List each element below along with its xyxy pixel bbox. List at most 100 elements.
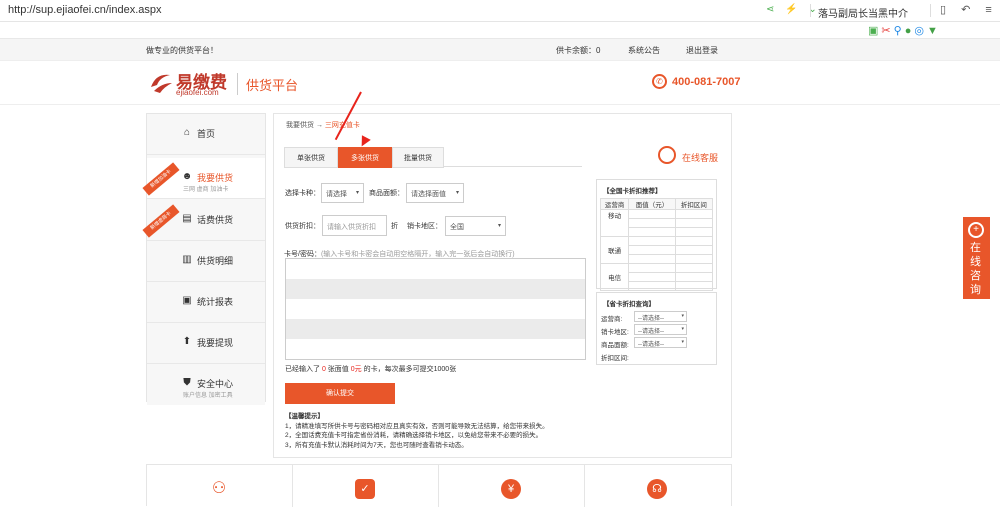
news-ticker[interactable]: 落马副局长当黑中介 — [818, 5, 908, 20]
sidebar-item-sub: 三网 虚商 加油卡 — [183, 187, 229, 193]
balance-link[interactable]: 供卡余额：0 — [556, 45, 600, 56]
withdraw-icon: ⬆ — [182, 336, 192, 347]
rate-row-label: 移动 — [599, 209, 630, 237]
logo-icon — [151, 74, 172, 93]
rate-header: 折扣区间 — [674, 198, 714, 210]
region-select[interactable]: 全国 ▾ — [445, 216, 506, 236]
share-icon[interactable]: ⋖ ⚡ ⌄ — [766, 4, 821, 15]
query-region-select[interactable]: --请选择-- ▾ — [634, 324, 687, 335]
breadcrumb-root[interactable]: 我要供货 — [286, 122, 314, 129]
browser-menu-icon[interactable]: ▯ ↶ ≡ — [940, 3, 998, 16]
chevron-down-icon: ▾ — [681, 313, 684, 319]
query-label: 销卡地区: — [601, 329, 629, 336]
sidebar-item-details[interactable]: ▥ 供货明细 — [147, 241, 265, 282]
yen-icon: ¥ — [501, 479, 521, 499]
rate-table: 运营商 面值（元） 折扣区间 移动 联通 电信 — [599, 198, 714, 291]
cards-textarea[interactable] — [285, 258, 586, 360]
sidebar-item-label: 话费供货 — [197, 215, 234, 225]
logout-link[interactable]: 退出登录 — [686, 45, 718, 56]
sidebar-item-phone-supply[interactable]: 新增虚商卡 ▤ 话费供货 — [142, 200, 265, 241]
sidebar-item-label: 我要供货 — [197, 173, 234, 183]
rate-recommend-box: 【全国卡折扣推荐】 运营商 面值（元） 折扣区间 移动 联通 电信 — [596, 179, 717, 291]
chevron-down-icon: ▾ — [681, 326, 684, 332]
headset-icon: ☊ — [647, 479, 667, 499]
network-icon: ⚇ — [211, 480, 227, 497]
tab-multiple[interactable]: 多张供货 — [338, 147, 392, 168]
chevron-down-icon: ▾ — [681, 339, 684, 345]
tab-batch[interactable]: 批量供货 — [392, 147, 444, 168]
hotline-number: 400-081-7007 — [672, 76, 741, 88]
platform-title: 供货平台 — [246, 78, 299, 93]
sidebar-item-home[interactable]: ⌂ 首页 — [147, 114, 265, 155]
sidebar-item-security[interactable]: ⛊ 安全中心 账户信息 加密工具 — [147, 364, 265, 405]
feature-cell: ⚇ — [147, 465, 293, 507]
rate-header: 运营商 — [599, 198, 630, 210]
discount-input[interactable]: 请输入供货折扣 — [322, 215, 387, 236]
extensions-bar: ▣✂⚲●◎▼ — [0, 22, 1000, 39]
breadcrumb: 我要供货 → 三网充值卡 — [286, 120, 360, 130]
sidebar-item-supply[interactable]: 新增加油卡 ☻ 我要供货 三网 虚商 加油卡 — [142, 158, 265, 199]
site-header: 易缴费 ejiaofei.com 供货平台 ✆ 400-081-7007 — [0, 61, 1000, 105]
discount-unit: 折 — [391, 223, 398, 230]
float-consult-text: 在线咨询 — [970, 242, 981, 296]
plus-icon: + — [968, 222, 984, 238]
cards-hint-text: (输入卡号和卡密会自动用空格隔开，输入完一张后会自动换行) — [320, 251, 515, 258]
denom-label: 商品面额： — [369, 190, 404, 197]
sidebar-item-label: 首页 — [197, 129, 216, 139]
chevron-down-icon: ▾ — [497, 223, 501, 229]
sidebar-item-withdraw[interactable]: ⬆ 我要提现 — [147, 323, 265, 364]
rate-row-label: 电信 — [599, 263, 630, 291]
query-select-value: --请选择-- — [638, 316, 664, 322]
province-query-box: 【省卡折扣查询】 运营商: --请选择-- ▾ 销卡地区: --请选择-- ▾ 商品… — [596, 292, 717, 365]
count-suffix: 的卡，每次最多可提交1000张 — [363, 366, 457, 373]
discount-label: 供货折扣： — [285, 223, 320, 230]
site-top-strip: 做专业的供货平台！ 供卡余额：0 系统公告 退出登录 — [0, 39, 1000, 61]
shield-icon: ⛊ — [183, 377, 191, 388]
query-select-value: --请选择-- — [638, 342, 664, 348]
count-mid: 张面值 — [327, 366, 349, 373]
feature-strip: ⚇ ✓ ¥ ☊ — [146, 464, 732, 507]
sidebar-item-label: 统计报表 — [197, 297, 234, 307]
denom-select[interactable]: 请选择面值 ▾ — [406, 183, 464, 203]
gift-icon: ▤ — [182, 213, 192, 224]
query-label: 商品面额: — [601, 342, 629, 349]
sidebar: ⌂ 首页 新增加油卡 ☻ 我要供货 三网 虚商 加油卡 新增虚商卡 ▤ 话费供货… — [142, 113, 266, 405]
online-consult-float[interactable]: + 在线咨询 — [963, 217, 990, 299]
browser-toolbar: http://sup.ejiaofei.cn/index.aspx ⋖ ⚡ ⌄ … — [0, 0, 1000, 22]
rate-row-label: 联通 — [599, 236, 630, 264]
phone-icon: ✆ — [652, 74, 667, 89]
card-type-select[interactable]: 请选择 ▾ — [321, 183, 364, 203]
count-val: 0元 — [350, 366, 362, 373]
slogan: 做专业的供货平台！ — [146, 46, 218, 55]
query-carrier-select[interactable]: --请选择-- ▾ — [634, 311, 687, 322]
notice-link[interactable]: 系统公告 — [628, 45, 660, 56]
shield-icon: ✓ — [355, 479, 375, 499]
submit-button[interactable]: 确认提交 — [285, 383, 395, 404]
report-icon: ▣ — [182, 295, 192, 306]
rate-header: 面值（元） — [628, 198, 676, 210]
feature-cell: ¥ — [439, 465, 585, 507]
cards-label: 卡号/密码： — [284, 251, 321, 258]
sidebar-item-sub: 账户信息 加密工具 — [183, 393, 233, 399]
extension-icons[interactable]: ▣✂⚲●◎▼ — [868, 24, 941, 37]
user-icon: ☻ — [181, 171, 193, 182]
address-bar[interactable]: http://sup.ejiaofei.cn/index.aspx — [8, 4, 161, 16]
new-ribbon: 新增虚商卡 — [142, 204, 180, 238]
tip-line: 3，所有充值卡默认消耗时间为7天，您也可随时查看销卡动态。 — [285, 441, 468, 449]
tip-line: 2，全国话费充值卡可指定省份消耗，请精确选择销卡地区，以免给您带来不必要的损失。 — [285, 432, 543, 439]
tab-single[interactable]: 单张供货 — [284, 147, 338, 168]
query-label: 运营商: — [601, 316, 623, 323]
card-type-label: 选择卡种： — [285, 190, 320, 197]
chevron-down-icon: ▾ — [355, 190, 359, 196]
region-label: 销卡地区： — [407, 223, 442, 230]
query-denom-select[interactable]: --请选择-- ▾ — [634, 337, 687, 348]
bar-chart-icon: ▥ — [182, 254, 192, 265]
online-service-link[interactable]: 在线客服 — [682, 151, 718, 164]
count-num: 0 — [321, 366, 326, 373]
service-icon[interactable] — [658, 146, 676, 164]
breadcrumb-sep: → — [315, 122, 323, 129]
count-prefix: 已经输入了 — [285, 366, 320, 373]
feature-cell: ☊ — [585, 465, 731, 507]
sidebar-item-reports[interactable]: ▣ 统计报表 — [147, 282, 265, 323]
feature-cell: ✓ — [293, 465, 439, 507]
